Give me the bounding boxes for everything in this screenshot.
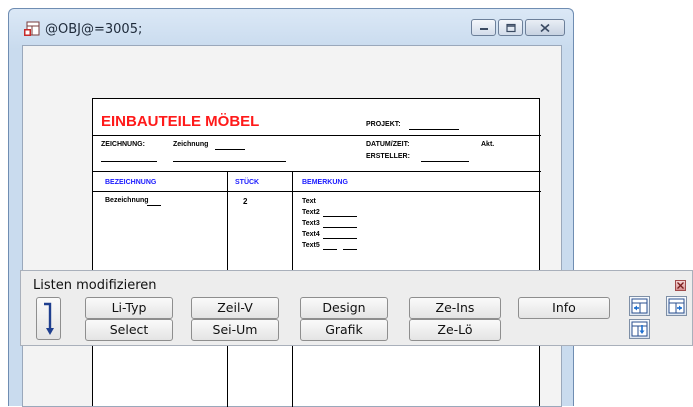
design-button[interactable]: Design bbox=[300, 297, 388, 319]
row-stueck: 2 bbox=[243, 197, 248, 206]
datum-label: DATUM/ZEIT: bbox=[366, 141, 410, 148]
col-header-bemerkung: BEMERKUNG bbox=[302, 179, 348, 186]
bemerkung-underline bbox=[343, 249, 357, 250]
panel-title: Listen modifizieren bbox=[33, 278, 157, 293]
bemerkung-underline bbox=[323, 216, 357, 217]
divider bbox=[93, 191, 541, 192]
sei-um-button[interactable]: Sei-Um bbox=[191, 319, 279, 341]
panel-close-icon bbox=[677, 282, 684, 289]
bemerkung-underline bbox=[323, 249, 337, 250]
close-icon bbox=[540, 23, 550, 32]
grafik-button[interactable]: Grafik bbox=[300, 319, 388, 341]
zeichnung-underline-3 bbox=[173, 161, 286, 162]
select-button[interactable]: Select bbox=[85, 319, 173, 341]
window-titlebar[interactable]: @OBJ@=3005; bbox=[9, 9, 573, 39]
return-button[interactable] bbox=[36, 297, 61, 340]
bemerkung-line: Text2 bbox=[302, 209, 320, 216]
sheet-title: EINBAUTEILE MÖBEL bbox=[101, 113, 260, 130]
bemerkung-line: Text5 bbox=[302, 242, 320, 249]
col-header-bezeichnung: BEZEICHNUNG bbox=[105, 179, 157, 186]
row-bezeichnung-underline bbox=[147, 205, 161, 206]
bemerkung-line: Text3 bbox=[302, 220, 320, 227]
app-icon bbox=[23, 21, 41, 37]
move-down-button[interactable] bbox=[629, 319, 650, 339]
listen-modifizieren-panel: Listen modifizieren Li-Typ Zeil-V Design… bbox=[20, 270, 693, 346]
bemerkung-underline bbox=[323, 238, 357, 239]
zeichnung-underline-2 bbox=[101, 161, 157, 162]
projekt-label: PROJEKT: bbox=[366, 121, 401, 128]
akt-label: Akt. bbox=[481, 141, 495, 148]
ze-ins-button[interactable]: Ze-Ins bbox=[409, 297, 501, 319]
ze-loe-button[interactable]: Ze-Lö bbox=[409, 319, 501, 341]
divider bbox=[93, 135, 541, 136]
bemerkung-underline bbox=[323, 227, 357, 228]
window-title: @OBJ@=3005; bbox=[45, 22, 143, 37]
li-typ-button[interactable]: Li-Typ bbox=[85, 297, 173, 319]
ersteller-underline bbox=[421, 161, 469, 162]
minimize-button[interactable] bbox=[471, 19, 496, 36]
move-left-icon bbox=[631, 298, 648, 314]
zeichnung-label: ZEICHNUNG: bbox=[101, 141, 145, 148]
zeil-v-button[interactable]: Zeil-V bbox=[191, 297, 279, 319]
row-bezeichnung: Bezeichnung bbox=[105, 197, 149, 204]
zeichnung-underline bbox=[215, 149, 245, 150]
return-arrow-icon bbox=[44, 302, 54, 335]
close-button[interactable] bbox=[525, 19, 565, 36]
maximize-icon bbox=[505, 23, 516, 32]
ersteller-label: ERSTELLER: bbox=[366, 153, 410, 160]
info-button[interactable]: Info bbox=[518, 297, 610, 319]
list-sheet: EINBAUTEILE MÖBEL PROJEKT: ZEICHNUNG: Ze… bbox=[92, 98, 541, 407]
minimize-icon bbox=[479, 27, 488, 30]
maximize-button[interactable] bbox=[498, 19, 523, 36]
panel-close-button[interactable] bbox=[675, 280, 686, 291]
move-left-button[interactable] bbox=[629, 296, 650, 316]
col-header-stueck: STÜCK bbox=[235, 179, 260, 186]
bemerkung-line: Text4 bbox=[302, 231, 320, 238]
bemerkung-line: Text bbox=[302, 198, 316, 205]
zeichnung-value: Zeichnung bbox=[173, 141, 209, 148]
projekt-underline bbox=[409, 129, 459, 130]
move-down-icon bbox=[631, 321, 648, 337]
move-right-icon bbox=[668, 298, 685, 314]
divider bbox=[93, 171, 541, 172]
move-right-button[interactable] bbox=[666, 296, 687, 316]
caption-buttons bbox=[471, 19, 565, 36]
